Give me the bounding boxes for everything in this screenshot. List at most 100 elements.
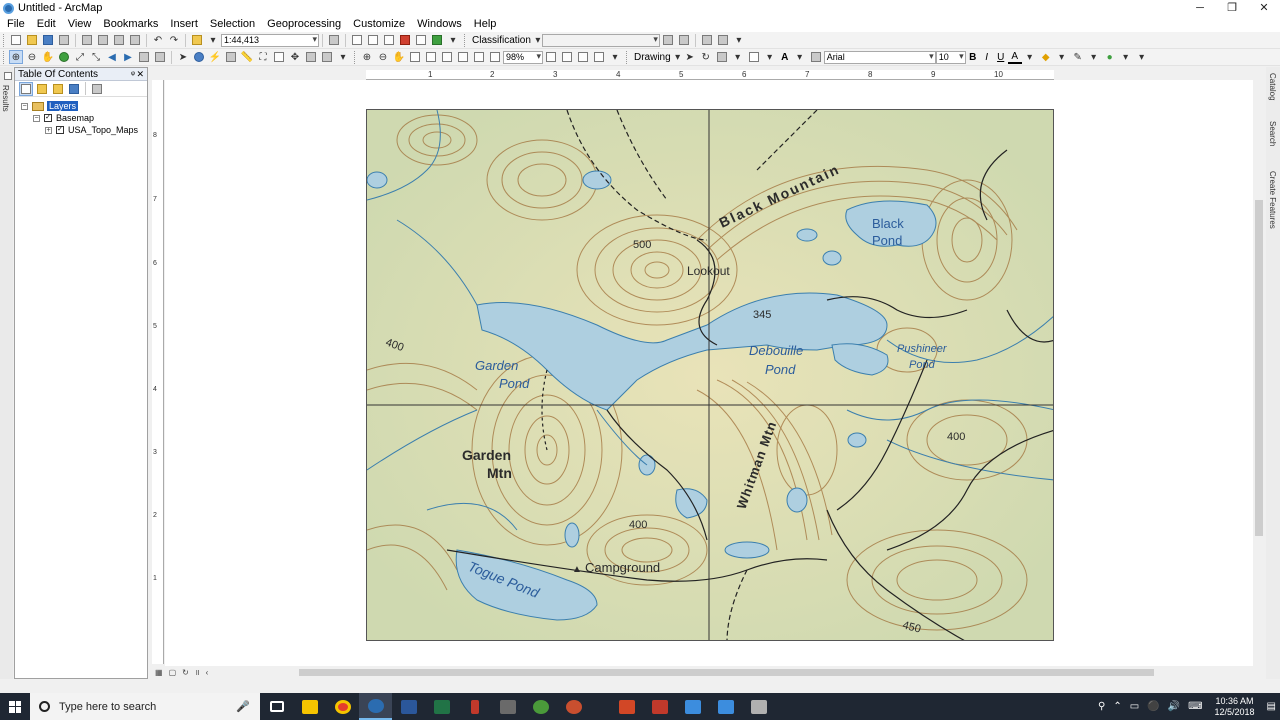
classification-grid-icon[interactable] [661, 33, 675, 47]
select-by-graphics-icon[interactable] [137, 50, 151, 64]
marker-color-icon[interactable]: ● [1103, 50, 1117, 64]
layout-zoom-combo[interactable]: 98% [503, 50, 543, 64]
italic-button[interactable]: I [980, 52, 994, 63]
taskbar-app-orange[interactable] [557, 693, 590, 720]
pin-icon[interactable]: ᵠ [131, 68, 135, 81]
measure-ruler-icon[interactable]: 📏 [240, 50, 254, 64]
select-elements-arrow-icon[interactable]: ➤ [176, 50, 190, 64]
taskbar-app-light[interactable] [742, 693, 775, 720]
chevron-down-icon[interactable]: ▾ [732, 33, 746, 47]
toolbar-grip[interactable] [626, 50, 629, 64]
search-window-icon[interactable] [382, 33, 396, 47]
results-window-icon[interactable] [1, 69, 15, 83]
chevron-down-icon[interactable]: ▾ [1023, 50, 1037, 64]
zoom-to-selected-icon[interactable] [715, 50, 729, 64]
chevron-down-icon[interactable]: ▾ [608, 50, 622, 64]
keyboard-icon[interactable]: ⌨ [1188, 701, 1202, 712]
copy-icon[interactable] [96, 33, 110, 47]
open-folder-icon[interactable] [25, 33, 39, 47]
tree-row-layers[interactable]: − Layers [21, 100, 79, 112]
classification-label[interactable]: Classification [469, 35, 534, 46]
results-tab[interactable]: Results [1, 85, 10, 112]
data-view-button[interactable]: ▦ [155, 668, 163, 677]
find-route-icon[interactable] [272, 50, 286, 64]
usa-topo-checkbox[interactable]: ✓ [56, 126, 64, 134]
list-by-selection-icon[interactable] [67, 82, 81, 96]
taskbar-app-blue[interactable] [676, 693, 709, 720]
change-layout-icon[interactable] [576, 50, 590, 64]
taskbar-word[interactable] [392, 693, 425, 720]
toolbar-grip[interactable] [464, 33, 467, 47]
find-binoculars-icon[interactable]: ⛶ [256, 50, 270, 64]
list-by-source-icon[interactable] [35, 82, 49, 96]
taskbar-file-explorer[interactable] [293, 693, 326, 720]
menu-edit[interactable]: Edit [30, 16, 61, 32]
toolbar-grip[interactable] [354, 50, 357, 64]
classification-swap-icon[interactable] [677, 33, 691, 47]
taskbar-qgis[interactable] [524, 693, 557, 720]
chevron-down-icon[interactable]: ▾ [731, 50, 745, 64]
layout-back-extent-icon[interactable] [472, 50, 486, 64]
chevron-down-icon[interactable]: ▾ [763, 50, 777, 64]
bold-button[interactable]: B [966, 52, 980, 63]
map-scale-combo[interactable]: 1:44,413 [221, 33, 319, 47]
fixed-zoom-out-icon[interactable]: ⤡ [89, 50, 103, 64]
redo-icon[interactable]: ↷ [167, 33, 181, 47]
data-driven-pages-icon[interactable] [592, 50, 606, 64]
fill-color-icon[interactable]: ◆ [1039, 50, 1053, 64]
font-name-combo[interactable]: Arial [823, 50, 936, 64]
show-hidden-icons[interactable]: ⌃ [1113, 701, 1121, 712]
menu-windows[interactable]: Windows [410, 16, 467, 32]
menu-selection[interactable]: Selection [203, 16, 260, 32]
layout-forward-extent-icon[interactable] [488, 50, 502, 64]
zoom-whole-page-icon[interactable] [408, 50, 422, 64]
notifications-icon[interactable]: ▤ [1267, 701, 1276, 712]
menu-file[interactable]: File [0, 16, 30, 32]
tree-row-usa-topo[interactable]: + ✓ USA_Topo_Maps [45, 124, 138, 136]
list-by-visibility-icon[interactable] [51, 82, 65, 96]
basemap-checkbox[interactable]: ✓ [44, 114, 52, 122]
taskbar-search-box[interactable]: Type here to search 🎤 [30, 693, 260, 720]
layout-view-button[interactable]: ▢ [169, 668, 177, 677]
toolbar-grip[interactable] [3, 33, 6, 47]
line-color-icon[interactable]: ✎ [1071, 50, 1085, 64]
new-document-icon[interactable] [9, 33, 23, 47]
save-icon[interactable] [41, 33, 55, 47]
taskbar-powerpoint[interactable] [610, 693, 643, 720]
modelbuilder-icon[interactable] [430, 33, 444, 47]
delete-icon[interactable] [128, 33, 142, 47]
chevron-down-icon[interactable]: ▾ [1055, 50, 1069, 64]
zoom-in-icon[interactable]: ⊕ [9, 50, 23, 64]
chevron-down-icon[interactable]: ▾ [535, 33, 541, 47]
html-popup-icon[interactable] [224, 50, 238, 64]
underline-button[interactable]: U [994, 52, 1008, 63]
font-size-combo[interactable]: 10 [935, 50, 966, 64]
chevron-down-icon[interactable]: ▾ [675, 50, 681, 64]
usa-topo-label[interactable]: USA_Topo_Maps [68, 125, 138, 135]
identify-info-icon[interactable] [192, 50, 206, 64]
viewer-window-icon[interactable] [320, 50, 334, 64]
taskbar-app-blue2[interactable] [709, 693, 742, 720]
pan-hand-icon[interactable]: ✋ [41, 50, 55, 64]
start-button[interactable] [0, 693, 30, 720]
menu-insert[interactable]: Insert [163, 16, 203, 32]
menu-help[interactable]: Help [467, 16, 502, 32]
go-to-xy-icon[interactable]: ✥ [288, 50, 302, 64]
paste-icon[interactable] [112, 33, 126, 47]
collapse-icon[interactable]: − [33, 114, 40, 122]
layout-fixed-zoom-in-icon[interactable] [440, 50, 454, 64]
arctoolbox-icon[interactable] [398, 33, 412, 47]
battery-icon[interactable]: ▭ [1130, 701, 1139, 712]
menu-customize[interactable]: Customize [346, 16, 410, 32]
menu-view[interactable]: View [61, 16, 97, 32]
basemap-label[interactable]: Basemap [56, 113, 94, 123]
taskbar-excel[interactable] [425, 693, 458, 720]
horizontal-scrollbar-thumb[interactable] [299, 669, 1154, 676]
layout-zoom-in-icon[interactable]: ⊕ [360, 50, 374, 64]
rectangle-icon[interactable] [747, 50, 761, 64]
volume-icon[interactable]: 🔊 [1168, 701, 1180, 712]
zoom-100-icon[interactable] [424, 50, 438, 64]
task-view-button[interactable] [260, 693, 293, 720]
catalog-tab[interactable]: Catalog [1268, 73, 1277, 101]
full-extent-globe-icon[interactable] [57, 50, 71, 64]
